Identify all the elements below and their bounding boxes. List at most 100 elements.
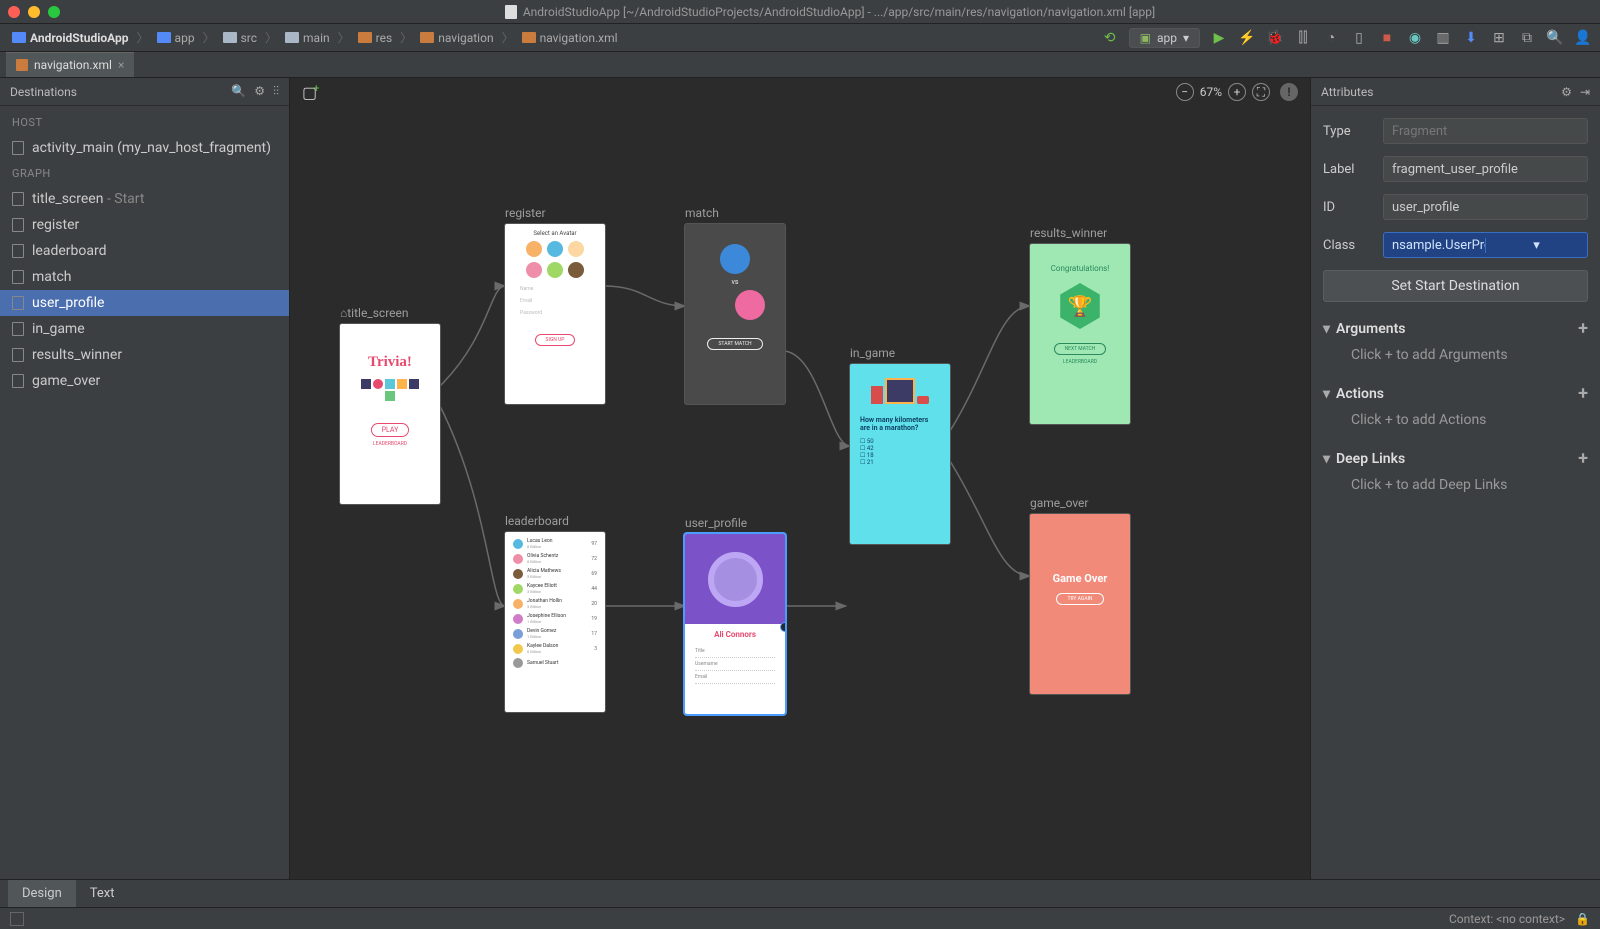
main-toolbar: AndroidStudioApp 〉 app 〉 src 〉 main 〉 re… — [0, 24, 1600, 52]
layout-inspector-icon[interactable]: ◉ — [1406, 29, 1424, 47]
folder-icon — [420, 32, 434, 43]
node-user-profile[interactable]: user_profile Ali Connors Title Username … — [685, 516, 785, 714]
design-tab[interactable]: Design — [8, 880, 76, 907]
attr-class-row: Class nsample.UserProfile ▾ — [1311, 226, 1600, 264]
id-input[interactable] — [1383, 194, 1588, 220]
set-start-destination-button[interactable]: Set Start Destination — [1323, 270, 1588, 302]
chevron-down-icon: ▾ — [1485, 238, 1587, 253]
chevron-down-icon: ▾ — [1323, 321, 1330, 337]
leaderboard-row: Lucas Leon8 Billion97 — [509, 536, 601, 551]
zoom-in-icon[interactable]: + — [1228, 83, 1246, 101]
add-argument-button[interactable]: + — [1578, 318, 1588, 339]
close-window-button[interactable] — [8, 6, 20, 18]
xml-icon — [522, 32, 536, 43]
gear-icon[interactable]: ⚙ — [254, 84, 265, 99]
destinations-title: Destinations — [10, 85, 77, 99]
folder-icon — [358, 32, 372, 43]
search-everywhere-icon[interactable]: 🔍 — [1546, 29, 1564, 47]
class-select[interactable]: nsample.UserProfile ▾ — [1383, 232, 1588, 258]
node-title-screen[interactable]: ⌂title_screen Trivia! PLAY LEADERBOARD — [340, 306, 440, 504]
android-icon: ▣ — [1140, 31, 1151, 45]
type-input[interactable] — [1383, 118, 1588, 144]
search-icon[interactable]: 🔍 — [231, 84, 246, 99]
node-in-game[interactable]: in_game How many kilometers are in a mar… — [850, 346, 950, 544]
dest-item-title_screen[interactable]: title_screen - Start — [0, 186, 289, 212]
sdk-manager-icon[interactable]: ⬇ — [1462, 29, 1480, 47]
device-icon[interactable]: ▯ — [1350, 29, 1368, 47]
attributes-title: Attributes — [1321, 85, 1373, 99]
debug-button[interactable]: 🐞 — [1266, 29, 1284, 47]
tab-navigation-xml[interactable]: navigation.xml × — [6, 52, 134, 77]
toolbar-actions: ⟲ ▣ app ▾ ▶ ⚡ 🐞 ⫿⫿ ◔ ▯ ■ ◉ ▥ ⬇ ⊞ ⧉ 🔍 👤 — [1101, 28, 1592, 48]
dest-item-results_winner[interactable]: results_winner — [0, 342, 289, 368]
statusbar: Context: <no context> 🔒 — [0, 907, 1600, 929]
zoom-fit-icon[interactable]: ⛶ — [1252, 83, 1270, 101]
node-leaderboard[interactable]: leaderboard Lucas Leon8 Billion97Olivia … — [505, 514, 605, 712]
crumb-project[interactable]: AndroidStudioApp — [8, 29, 133, 47]
arguments-section: ▾Arguments + Click + to add Arguments — [1311, 308, 1600, 373]
lock-icon[interactable]: 🔒 — [1575, 912, 1590, 926]
attributes-header: Attributes ⚙ ⇥ — [1311, 78, 1600, 106]
attach-debugger-icon[interactable]: ◔ — [1322, 29, 1340, 47]
editor-tabs: navigation.xml × — [0, 52, 1600, 78]
crumb-res[interactable]: res — [354, 29, 397, 47]
trophy-icon: 🏆 — [1068, 294, 1093, 318]
run-button[interactable]: ▶ — [1210, 29, 1228, 47]
apply-changes-icon[interactable]: ⚡ — [1238, 29, 1256, 47]
avd-manager-icon[interactable]: ▥ — [1434, 29, 1452, 47]
crumb-navigation[interactable]: navigation — [416, 29, 497, 47]
warnings-icon[interactable]: ! — [1280, 83, 1298, 101]
stop-button[interactable]: ■ — [1378, 29, 1396, 47]
file-icon — [505, 5, 517, 19]
nav-canvas[interactable]: ▢+ − 67% + ⛶ ! — [290, 78, 1310, 879]
attr-label-row: Label — [1311, 150, 1600, 188]
leaderboard-row: Devin Gomez1 Billion17 — [509, 626, 601, 641]
crumb-app[interactable]: app — [153, 29, 199, 47]
titlebar: AndroidStudioApp [~/AndroidStudioProject… — [0, 0, 1600, 24]
context-label[interactable]: Context: <no context> — [1449, 912, 1565, 926]
action-handle[interactable] — [780, 622, 785, 632]
collapse-icon[interactable]: ⇥ — [1580, 85, 1590, 99]
node-register[interactable]: register Select an Avatar Name Email — [505, 206, 605, 404]
node-match[interactable]: match vs START MATCH — [685, 206, 785, 404]
close-tab-icon[interactable]: × — [118, 58, 124, 72]
actions-hint: Click + to add Actions — [1323, 408, 1588, 432]
sort-icon[interactable]: ⫶⫶ — [273, 84, 279, 99]
leaderboard-row: Jonathan Hollin3 Billion20 — [509, 596, 601, 611]
avatar-icon[interactable]: 👤 — [1574, 29, 1592, 47]
label-input[interactable] — [1383, 156, 1588, 182]
add-action-button[interactable]: + — [1578, 383, 1588, 404]
zoom-out-icon[interactable]: − — [1176, 83, 1194, 101]
structure-icon[interactable]: ⧉ — [1518, 29, 1536, 47]
dest-item-game_over[interactable]: game_over — [0, 368, 289, 394]
crumb-main[interactable]: main — [281, 29, 334, 47]
crumb-file[interactable]: navigation.xml — [518, 29, 622, 47]
text-tab[interactable]: Text — [76, 880, 129, 907]
sync-icon[interactable]: ⟲ — [1101, 29, 1119, 47]
host-item[interactable]: activity_main (my_nav_host_fragment) — [0, 135, 289, 161]
add-destination-icon[interactable]: ▢+ — [302, 83, 323, 102]
crumb-src[interactable]: src — [219, 29, 261, 47]
add-deeplink-button[interactable]: + — [1578, 448, 1588, 469]
canvas-surface[interactable]: ⌂title_screen Trivia! PLAY LEADERBOARD r… — [290, 106, 1310, 879]
destinations-header: Destinations 🔍 ⚙ ⫶⫶ — [0, 78, 289, 106]
node-game-over[interactable]: game_over Game Over TRY AGAIN — [1030, 496, 1130, 694]
chevron-down-icon: ▾ — [1323, 451, 1330, 467]
dest-item-user_profile[interactable]: user_profile — [0, 290, 289, 316]
node-results-winner[interactable]: results_winner Congratulations! 🏆 NEXT M… — [1030, 226, 1130, 424]
dest-item-match[interactable]: match — [0, 264, 289, 290]
dest-item-register[interactable]: register — [0, 212, 289, 238]
gear-icon[interactable]: ⚙ — [1561, 85, 1572, 99]
editor-mode-tabs: Design Text — [0, 879, 1600, 907]
dest-item-in_game[interactable]: in_game — [0, 316, 289, 342]
profiler-icon[interactable]: ⫿⫿ — [1294, 29, 1312, 47]
run-config-selector[interactable]: ▣ app ▾ — [1129, 28, 1200, 48]
attributes-panel: Attributes ⚙ ⇥ Type Label ID Class — [1310, 78, 1600, 879]
maximize-window-button[interactable] — [48, 6, 60, 18]
minimize-window-button[interactable] — [28, 6, 40, 18]
dest-item-leaderboard[interactable]: leaderboard — [0, 238, 289, 264]
leaderboard-row: Kaylee Dalson0 Billion3 — [509, 641, 601, 656]
layout-icon[interactable]: ⊞ — [1490, 29, 1508, 47]
fragment-icon — [12, 374, 24, 388]
tool-window-icon[interactable] — [10, 912, 24, 926]
